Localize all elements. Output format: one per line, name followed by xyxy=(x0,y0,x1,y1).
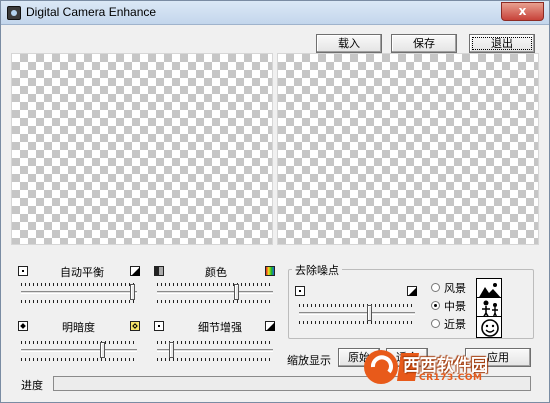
brightness-ticks-bottom xyxy=(21,358,137,361)
detail-low-icon xyxy=(154,321,164,331)
color-ticks xyxy=(157,283,273,286)
enhanced-image-preview xyxy=(277,53,539,245)
detail-ticks-bottom xyxy=(157,358,273,361)
white-balance-ticks-bottom xyxy=(21,300,137,303)
face-glyph xyxy=(481,319,499,337)
site-watermark: 西西软件园 CR173.COM xyxy=(361,347,531,387)
detail-track xyxy=(157,349,273,352)
save-button[interactable]: 保存 xyxy=(391,34,457,53)
white-balance-slider[interactable] xyxy=(21,283,137,303)
denoise-ticks-bottom xyxy=(299,321,415,324)
face-closeup-icon xyxy=(476,316,502,338)
white-balance-thumb[interactable] xyxy=(130,284,135,300)
watermark-url: CR173.COM xyxy=(419,373,483,383)
brightness-ticks xyxy=(21,341,137,344)
load-button[interactable]: 载入 xyxy=(316,34,382,53)
window-title: Digital Camera Enhance xyxy=(26,5,157,19)
brightness-label: 明暗度 xyxy=(62,321,95,334)
denoise-group-title: 去除噪点 xyxy=(292,262,342,278)
white-balance-track xyxy=(21,291,137,294)
detail-label: 细节增强 xyxy=(198,321,242,334)
detail-high-icon xyxy=(265,321,275,331)
color-track xyxy=(157,291,273,294)
title-bar: Digital Camera Enhance x xyxy=(1,1,549,25)
original-image-preview xyxy=(11,53,273,245)
denoise-track xyxy=(299,312,415,315)
balance-high-icon xyxy=(130,266,140,276)
scene-radio-medium[interactable] xyxy=(431,301,440,310)
balance-low-icon xyxy=(18,266,28,276)
main-window: Digital Camera Enhance x 载入 保存 退出 自动平衡 颜… xyxy=(0,0,550,403)
zoom-label: 缩放显示 xyxy=(287,354,331,367)
denoise-low-icon xyxy=(295,286,305,296)
brightness-low-icon xyxy=(18,321,28,331)
denoise-thumb[interactable] xyxy=(367,305,372,321)
color-ticks-bottom xyxy=(157,300,273,303)
color-thumb[interactable] xyxy=(234,284,239,300)
camera-icon xyxy=(7,6,21,20)
color-slider[interactable] xyxy=(157,283,273,303)
brightness-slider[interactable] xyxy=(21,341,137,361)
color-high-icon xyxy=(265,266,275,276)
white-balance-label: 自动平衡 xyxy=(60,266,104,279)
progress-label: 进度 xyxy=(21,379,43,392)
detail-slider[interactable] xyxy=(157,341,273,361)
denoise-high-icon xyxy=(407,286,417,296)
scene-label-closeup: 近景 xyxy=(444,318,466,331)
detail-thumb[interactable] xyxy=(169,342,174,358)
scene-radio-closeup[interactable] xyxy=(431,319,440,328)
brightness-track xyxy=(21,349,137,352)
scene-label-medium: 中景 xyxy=(444,300,466,313)
brightness-thumb[interactable] xyxy=(100,342,105,358)
scene-radio-landscape[interactable] xyxy=(431,283,440,292)
denoise-ticks xyxy=(299,304,415,307)
scene-label-landscape: 风景 xyxy=(444,282,466,295)
denoise-slider[interactable] xyxy=(299,304,415,324)
detail-ticks xyxy=(157,341,273,344)
exit-button[interactable]: 退出 xyxy=(469,34,535,53)
brightness-high-icon xyxy=(130,321,140,331)
close-button[interactable]: x xyxy=(501,2,544,21)
white-balance-ticks xyxy=(21,283,137,286)
color-label: 颜色 xyxy=(205,266,227,279)
color-low-icon xyxy=(154,266,164,276)
